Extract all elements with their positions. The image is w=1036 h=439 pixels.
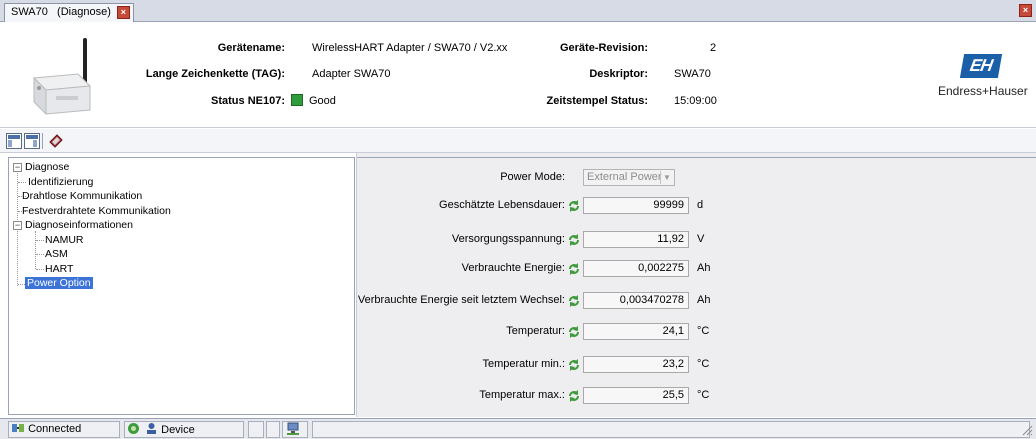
tree-expand-diagnose-icon[interactable]: − [13, 163, 22, 172]
tab-bar: SWA70 (Diagnose) × × [0, 0, 1036, 22]
eh-logo-mark: EH [959, 54, 1003, 78]
device-status-text: Device [161, 424, 195, 436]
device-status-icon [128, 423, 139, 434]
tag-label: Lange Zeichenkette (TAG): [145, 68, 285, 80]
status-text: Good [309, 95, 336, 107]
status-ne107-label: Status NE107: [211, 95, 285, 107]
parameter-unit: d [697, 199, 704, 211]
endress-hauser-logo: EH Endress+Hauser [938, 54, 1028, 98]
toolbar-separator [42, 133, 43, 149]
deskriptor-value: SWA70 [674, 68, 711, 80]
parameter-unit: °C [697, 358, 710, 370]
tab-close-icon[interactable]: × [116, 6, 130, 19]
status-ne107-value: Good [291, 94, 336, 107]
navigation-tree: − Diagnose Identifizierung Drahtlose Kom… [8, 157, 355, 415]
tree-connector [36, 240, 44, 241]
parameter-label: Temperatur: [506, 325, 565, 337]
status-good-indicator [291, 94, 303, 106]
refresh-icon[interactable] [567, 199, 581, 213]
status-message-area [312, 421, 1030, 438]
power-option-panel: Power Mode: External Power ▼ Geschätzte … [356, 153, 1036, 417]
tag-value: Adapter SWA70 [312, 68, 391, 80]
zeitstempel-value: 15:09:00 [674, 95, 717, 107]
tree-item-power-option[interactable]: Power Option [25, 277, 93, 289]
tree-item-asm[interactable]: ASM [45, 248, 68, 260]
parameter-label: Geschätzte Lebensdauer: [439, 199, 565, 211]
tree-connector [35, 231, 36, 269]
zeitstempel-label: Zeitstempel Status: [546, 95, 648, 107]
parameter-unit: Ah [697, 262, 711, 274]
tree-item-hart[interactable]: HART [45, 263, 73, 275]
tree-item-festverdrahtete-kommunikation[interactable]: Festverdrahtete Kommunikation [22, 205, 171, 217]
parameter-unit: °C [697, 389, 710, 401]
status-cell-empty [266, 421, 280, 438]
parameter-value-field[interactable]: 0,002275 [583, 260, 689, 277]
refresh-icon[interactable] [567, 325, 581, 339]
window-close-icon[interactable]: × [1019, 4, 1032, 17]
power-mode-select[interactable]: External Power ▼ [583, 169, 675, 186]
refresh-icon[interactable] [567, 233, 581, 247]
help-book-icon[interactable] [48, 133, 64, 149]
geraetename-value: WirelessHART Adapter / SWA70 / V2.xx [312, 42, 508, 54]
refresh-icon[interactable] [567, 389, 581, 403]
tab-label: SWA70 (Diagnose) [11, 6, 111, 18]
device-status: Device [124, 421, 244, 438]
parameter-value-field[interactable]: 23,2 [583, 356, 689, 373]
refresh-icon[interactable] [567, 262, 581, 276]
parameter-label: Verbrauchte Energie seit letztem Wechsel… [357, 294, 565, 306]
connection-status-text: Connected [28, 423, 82, 435]
parameter-label: Temperatur min.: [482, 358, 565, 370]
parameter-label: Temperatur max.: [479, 389, 565, 401]
revision-label: Geräte-Revision: [559, 42, 648, 54]
device-image [32, 38, 92, 116]
status-bar: Connected Device [0, 418, 1036, 439]
tree-connector [18, 182, 26, 183]
layout-split-icon[interactable] [24, 133, 40, 149]
refresh-icon[interactable] [567, 294, 581, 308]
power-mode-label: Power Mode: [500, 171, 565, 183]
network-icon [287, 422, 299, 435]
layout-tree-icon[interactable] [6, 133, 22, 149]
parameter-unit: Ah [697, 294, 711, 306]
status-cell-empty [248, 421, 264, 438]
panel-divider [357, 157, 1036, 158]
chevron-down-icon: ▼ [660, 171, 673, 184]
device-header: Gerätename: WirelessHART Adapter / SWA70… [0, 22, 1036, 128]
connected-icon [12, 424, 24, 432]
tab-swa70-diagnose[interactable]: SWA70 (Diagnose) × [4, 3, 134, 22]
parameter-label: Versorgungsspannung: [451, 233, 565, 245]
parameter-label: Verbrauchte Energie: [461, 262, 565, 274]
tree-connector [18, 284, 25, 285]
resize-grip-icon[interactable] [1021, 424, 1033, 436]
parameter-value-field[interactable]: 99999 [583, 197, 689, 214]
toolbar [0, 129, 1036, 153]
deskriptor-label: Deskriptor: [589, 68, 648, 80]
tree-item-diagnose[interactable]: Diagnose [25, 161, 69, 173]
tree-item-identifizierung[interactable]: Identifizierung [28, 176, 93, 188]
parameter-value-field[interactable]: 24,1 [583, 323, 689, 340]
refresh-icon[interactable] [567, 358, 581, 372]
power-mode-value: External Power [587, 171, 662, 183]
network-status [282, 421, 308, 438]
tree-item-diagnoseinformationen[interactable]: Diagnoseinformationen [25, 219, 133, 231]
connection-status: Connected [8, 421, 120, 438]
tree-expand-diagnoseinfo-icon[interactable]: − [13, 221, 22, 230]
parameter-unit: °C [697, 325, 710, 337]
parameter-value-field[interactable]: 25,5 [583, 387, 689, 404]
tree-connector [36, 254, 44, 255]
tree-connector [36, 269, 44, 270]
tree-item-drahtlose-kommunikation[interactable]: Drahtlose Kommunikation [22, 190, 142, 202]
parameter-value-field[interactable]: 0,003470278 [583, 292, 689, 309]
parameter-value-field[interactable]: 11,92 [583, 231, 689, 248]
device-user-icon [147, 423, 157, 434]
geraetename-label: Gerätename: [217, 42, 285, 54]
tree-item-namur[interactable]: NAMUR [45, 234, 84, 246]
eh-logo-text: Endress+Hauser [938, 84, 1028, 98]
revision-value: 2 [710, 42, 717, 54]
parameter-unit: V [697, 233, 705, 245]
